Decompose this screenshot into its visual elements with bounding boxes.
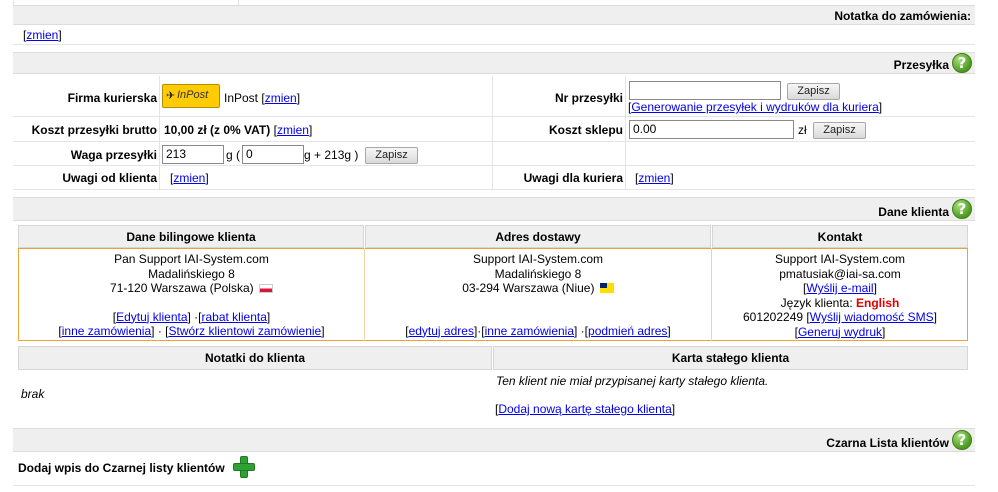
- niue-flag-icon: [599, 283, 614, 293]
- generate-link-wrap: [Generowanie przesyłek i wydruków dla ku…: [628, 100, 883, 114]
- courier-notes-edit-link[interactable]: zmien: [638, 171, 670, 185]
- ship-col-line-1: [159, 76, 160, 189]
- language-row: Język klienta: English: [712, 296, 968, 311]
- billing-city: 71-120 Warszawa (Polska): [110, 281, 254, 295]
- shop-cost-save-button[interactable]: Zapisz: [813, 122, 866, 139]
- help-icon[interactable]: ?: [952, 53, 972, 73]
- client-notes-edit-link[interactable]: zmien: [173, 171, 205, 185]
- blacklist-add-label: Dodaj wpis do Czarnej listy klientów: [18, 461, 225, 475]
- delivery-city: 03-294 Warszawa (Niue): [462, 281, 595, 295]
- cost-edit-link[interactable]: zmien: [277, 123, 309, 137]
- language-label: Język klienta:: [780, 295, 853, 310]
- send-sms-link[interactable]: Wyślij wiadomość SMS: [810, 310, 934, 324]
- weight-save-button[interactable]: Zapisz: [365, 147, 418, 164]
- billing-city-row: 71-120 Warszawa (Polska): [19, 281, 364, 296]
- shipment-title: Przesyłka: [893, 58, 949, 72]
- cost-value-wrap: 10,00 zł (z 0% VAT) [zmien]: [164, 123, 313, 137]
- shop-cost-label: Koszt sklepu: [548, 123, 623, 137]
- contact-column: Support IAI-System.com pmatusiak@iai-sa.…: [712, 252, 968, 339]
- client-notes-header: Notatki do klienta: [18, 346, 492, 370]
- client-header: Dane klienta ?: [13, 197, 975, 221]
- delivery-header: Adres dostawy: [365, 225, 711, 248]
- ship-row-line-3: [13, 165, 975, 166]
- delivery-street: Madalińskiego 8: [494, 266, 582, 281]
- tracking-input[interactable]: [629, 81, 781, 100]
- weight-unit-open: g (: [226, 148, 241, 162]
- cost-value: 10,00 zł (z 0% VAT): [164, 123, 271, 137]
- billing-actions-row2: [inne zamówienia] · [Stwórz klientowi za…: [58, 324, 325, 338]
- inpost-logo: ✈ InPost: [162, 84, 220, 108]
- order-note-title: Notatka do zamówienia:: [834, 9, 971, 23]
- billing-actions-row1: [Edytuj klienta] ·[rabat klienta]: [112, 309, 271, 324]
- contact-header: Kontakt: [712, 225, 968, 248]
- order-note-header: Notatka do zamówienia:: [13, 5, 975, 25]
- add-card-row: [Dodaj nową kartę stałego klienta]: [495, 402, 676, 416]
- billing-street: Madalińskiego 8: [148, 266, 235, 281]
- courier-notes-edit-wrap: [zmien]: [635, 171, 674, 185]
- send-email-link[interactable]: Wyślij e-mail: [806, 281, 873, 295]
- billing-column: Pan Support IAI-System.com Madalińskiego…: [19, 252, 364, 339]
- language-value: English: [856, 295, 900, 310]
- ship-row-line-4: [13, 189, 975, 190]
- ship-col-line-3: [625, 76, 626, 189]
- billing-header: Dane bilingowe klienta: [18, 225, 364, 248]
- loyalty-card-header: Karta stałego klienta: [493, 346, 968, 370]
- inpost-logo-text: InPost: [177, 89, 209, 101]
- edit-address-link[interactable]: edytuj adres: [409, 324, 474, 338]
- poland-flag-icon: [258, 284, 273, 293]
- blacklist-title: Czarna Lista klientów: [826, 436, 949, 450]
- tracking-save-button[interactable]: Zapisz: [787, 83, 840, 100]
- help-icon[interactable]: ?: [952, 430, 972, 450]
- weight-suffix: g + 213g ): [304, 148, 359, 162]
- client-notes-value: brak: [21, 387, 45, 401]
- delivery-name: Support IAI-System.com: [472, 252, 604, 266]
- billing-other-orders-link[interactable]: inne zamówienia: [62, 324, 151, 338]
- courier-name: InPost: [224, 91, 259, 105]
- blacklist-header: Czarna Lista klientów ?: [13, 428, 975, 452]
- generate-link[interactable]: Generowanie przesyłek i wydruków dla kur…: [631, 100, 878, 114]
- shop-cost-input[interactable]: 0.00: [629, 120, 794, 139]
- ship-row-line-2: [13, 141, 975, 142]
- phone-row: 601202249 [Wyślij wiadomość SMS]: [742, 310, 937, 324]
- ship-row-line-1: [13, 116, 975, 117]
- plus-icon[interactable]: [233, 456, 255, 478]
- print-row: [Generuj wydruk]: [794, 324, 886, 339]
- client-title: Dane klienta: [878, 205, 949, 219]
- weight-label: Waga przesyłki: [70, 148, 157, 162]
- courier-value: InPost [zmien]: [224, 91, 301, 105]
- weight-input[interactable]: 213: [162, 145, 224, 164]
- contact-name: Support IAI-System.com: [774, 252, 906, 266]
- client-notes-label: Uwagi od klienta: [62, 171, 157, 185]
- cost-label: Koszt przesyłki brutto: [31, 123, 157, 137]
- delivery-column: Support IAI-System.com Madalińskiego 8 0…: [365, 252, 711, 338]
- replace-address-link[interactable]: podmień adres: [588, 324, 667, 338]
- shop-cost-currency: zł: [798, 123, 807, 137]
- note-divider: [13, 44, 975, 45]
- contact-phone: 601202249: [742, 310, 804, 324]
- order-note-edit: [zmien]: [23, 28, 62, 42]
- client-discount-link[interactable]: rabat klienta: [202, 310, 267, 324]
- loyalty-card-text: Ten klient nie miał przypisanej karty st…: [496, 374, 769, 388]
- edit-client-link[interactable]: Edytuj klienta: [116, 310, 187, 324]
- delivery-city-row: 03-294 Warszawa (Niue): [365, 281, 711, 296]
- courier-edit-link[interactable]: zmien: [265, 91, 297, 105]
- generate-print-link[interactable]: Generuj wydruk: [798, 325, 882, 339]
- courier-notes-label: Uwagi dla kuriera: [523, 171, 623, 185]
- billing-name: Pan Support IAI-System.com: [114, 252, 269, 266]
- add-card-link[interactable]: Dodaj nową kartę stałego klienta: [498, 402, 671, 416]
- shipment-header: Przesyłka ?: [13, 52, 975, 74]
- inpost-arrow-icon: ✈: [166, 90, 176, 102]
- tracking-label: Nr przesyłki: [554, 91, 623, 105]
- delivery-actions: [edytuj adres]·[inne zamówienia] ·[podmi…: [405, 323, 671, 338]
- delivery-other-orders-link[interactable]: inne zamówienia: [485, 324, 574, 338]
- client-notes-edit-wrap: [zmien]: [170, 171, 209, 185]
- order-note-edit-link[interactable]: zmien: [26, 28, 58, 42]
- bottom-divider: [13, 485, 975, 486]
- contact-email: pmatusiak@iai-sa.com: [779, 266, 901, 281]
- create-order-link[interactable]: Stwórz klientowi zamówienie: [169, 324, 322, 338]
- send-email-row: [Wyślij e-mail]: [803, 281, 877, 295]
- help-icon[interactable]: ?: [952, 199, 972, 219]
- weight-extra-input[interactable]: 0: [242, 145, 304, 164]
- courier-label: Firma kurierska: [67, 91, 157, 105]
